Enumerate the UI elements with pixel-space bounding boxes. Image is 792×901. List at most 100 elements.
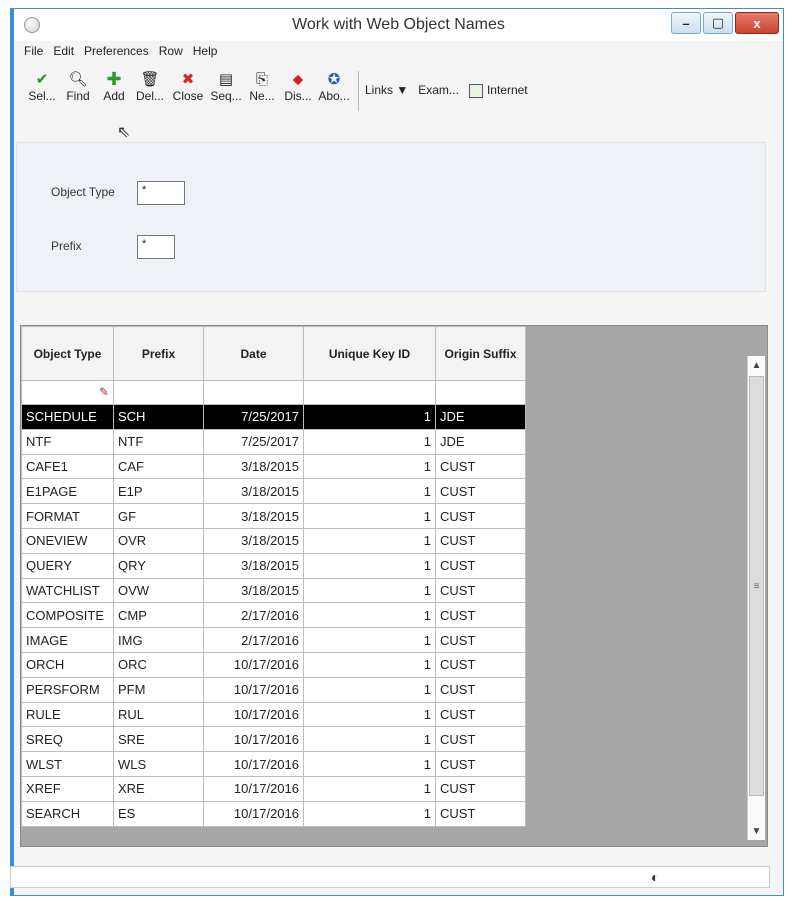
filter-panel: Object Type * Prefix *: [16, 142, 766, 292]
col-header-unique-key[interactable]: Unique Key ID: [303, 326, 436, 381]
cell-date: 3/18/2015: [203, 478, 304, 505]
cell-origin-suffix: CUST: [435, 775, 526, 802]
cell-origin-suffix: CUST: [435, 602, 526, 629]
qbe-date[interactable]: [203, 380, 304, 405]
col-header-object-type[interactable]: Object Type: [21, 326, 114, 381]
vertical-scrollbar[interactable]: ▲ ≡ ▼: [747, 356, 765, 840]
scroll-up-icon[interactable]: ▲: [748, 356, 765, 374]
table-row[interactable]: SCHEDULE SCH 7/25/2017 1 JDE: [21, 404, 526, 430]
table-row[interactable]: WLST WLS 10/17/2016 1 CUST: [21, 751, 526, 777]
grid-body: SCHEDULE SCH 7/25/2017 1 JDE NTF NTF 7/25/2017 1…: [21, 404, 526, 827]
add-button[interactable]: ✚ Add: [96, 69, 132, 113]
new-button[interactable]: ⎘ Ne...: [244, 69, 280, 113]
qbe-object-type[interactable]: ✎: [21, 380, 114, 405]
cell-origin-suffix: CUST: [435, 701, 526, 728]
cell-origin-suffix: CUST: [435, 627, 526, 653]
table-row[interactable]: FORMAT GF 3/18/2015 1 CUST: [21, 503, 526, 529]
cell-prefix: CMP: [113, 602, 204, 629]
menu-row[interactable]: Row: [159, 44, 183, 62]
table-row[interactable]: COMPOSITE CMP 2/17/2016 1 CUST: [21, 602, 526, 629]
table-row[interactable]: PERSFORM PFM 10/17/2016 1 CUST: [21, 676, 526, 703]
cell-date: 10/17/2016: [203, 775, 304, 802]
qbe-row: ✎: [21, 380, 526, 405]
close-icon: ✖: [181, 71, 195, 88]
processing-icon: ◐: [651, 869, 660, 885]
cell-origin-suffix: CUST: [435, 676, 526, 703]
close-window-button[interactable]: x: [735, 12, 779, 34]
cell-unique-key: 1: [303, 775, 436, 802]
table-row[interactable]: CAFE1 CAF 3/18/2015 1 CUST: [21, 453, 526, 480]
cell-unique-key: 1: [303, 676, 436, 703]
internet-label: Internet: [486, 83, 528, 97]
table-row[interactable]: SREQ SRE 10/17/2016 1 CUST: [21, 726, 526, 753]
table-row[interactable]: XREF XRE 10/17/2016 1 CUST: [21, 775, 526, 802]
cell-origin-suffix: CUST: [435, 651, 526, 678]
table-row[interactable]: NTF NTF 7/25/2017 1 JDE: [21, 428, 526, 455]
table-row[interactable]: QUERY QRY 3/18/2015 1 CUST: [21, 552, 526, 579]
cell-origin-suffix: CUST: [435, 503, 526, 529]
col-header-date[interactable]: Date: [203, 326, 304, 381]
chevron-down-icon: ▼: [396, 83, 409, 98]
cell-unique-key: 1: [303, 552, 436, 579]
cell-prefix: E1P: [113, 478, 204, 505]
object-type-label: Object Type: [51, 185, 115, 199]
scroll-down-icon[interactable]: ▼: [748, 822, 765, 840]
table-row[interactable]: RULE RUL 10/17/2016 1 CUST: [21, 701, 526, 728]
find-label: Find: [66, 89, 90, 103]
qbe-key[interactable]: [303, 380, 436, 405]
exam-link[interactable]: Exam...: [418, 83, 459, 97]
prefix-label: Prefix: [51, 239, 82, 253]
menu-preferences[interactable]: Preferences: [84, 44, 149, 62]
maximize-button[interactable]: ▢: [703, 12, 733, 34]
cell-object-type: ORCH: [21, 651, 114, 678]
col-header-origin-suffix[interactable]: Origin Suffix: [435, 326, 526, 381]
menu-edit[interactable]: Edit: [53, 44, 74, 62]
cell-object-type: COMPOSITE: [21, 602, 114, 629]
cell-prefix: PFM: [113, 676, 204, 703]
table-row[interactable]: ONEVIEW OVR 3/18/2015 1 CUST: [21, 527, 526, 554]
select-button[interactable]: ✔ Sel...: [24, 69, 60, 113]
cell-date: 3/18/2015: [203, 503, 304, 529]
new-label: Ne...: [249, 89, 275, 103]
cell-date: 10/17/2016: [203, 701, 304, 728]
cell-origin-suffix: CUST: [435, 726, 526, 753]
minimize-button[interactable]: –: [671, 12, 701, 34]
display-label: Dis...: [284, 89, 312, 103]
table-row[interactable]: WATCHLIST OVW 3/18/2015 1 CUST: [21, 577, 526, 604]
table-row[interactable]: ORCH ORC 10/17/2016 1 CUST: [21, 651, 526, 678]
cell-unique-key: 1: [303, 503, 436, 529]
cell-object-type: RULE: [21, 701, 114, 728]
select-label: Sel...: [28, 89, 56, 103]
table-row[interactable]: IMAGE IMG 2/17/2016 1 CUST: [21, 627, 526, 653]
internet-link[interactable]: Internet: [468, 83, 528, 98]
sequence-button[interactable]: ▤ Seq...: [208, 69, 244, 113]
check-icon: ✔: [35, 71, 49, 88]
cell-date: 2/17/2016: [203, 627, 304, 653]
menu-file[interactable]: File: [24, 44, 43, 62]
links-menu[interactable]: Links ▼: [365, 83, 408, 97]
scroll-thumb[interactable]: ≡: [749, 376, 764, 796]
cell-object-type: E1PAGE: [21, 478, 114, 505]
window-controls: – ▢ x: [671, 12, 779, 34]
cell-prefix: QRY: [113, 552, 204, 579]
table-row[interactable]: SEARCH ES 10/17/2016 1 CUST: [21, 800, 526, 827]
cell-origin-suffix: JDE: [435, 404, 526, 430]
toolbar: ✔ Sel... 🔍︎ Find ✚ Add 🗑︎ Del... ✖ Close…: [24, 69, 528, 113]
app-icon: [24, 17, 40, 33]
object-type-input[interactable]: *: [137, 181, 185, 205]
about-button[interactable]: ✪ Abo...: [316, 69, 352, 113]
toolbar-separator: [358, 71, 359, 111]
grid-table: ✎ Object Type Prefix Date Unique Key ID …: [21, 326, 526, 827]
close-button[interactable]: ✖ Close: [168, 69, 208, 113]
table-row[interactable]: E1PAGE E1P 3/18/2015 1 CUST: [21, 478, 526, 505]
col-header-prefix[interactable]: Prefix: [113, 326, 204, 381]
qbe-suffix[interactable]: [435, 380, 526, 405]
display-button[interactable]: ⬥ Dis...: [280, 69, 316, 113]
cell-date: 10/17/2016: [203, 800, 304, 827]
cell-object-type: WATCHLIST: [21, 577, 114, 604]
prefix-input[interactable]: *: [137, 235, 175, 259]
find-button[interactable]: 🔍︎ Find: [60, 69, 96, 113]
delete-button[interactable]: 🗑︎ Del...: [132, 69, 168, 113]
menu-help[interactable]: Help: [193, 44, 218, 62]
qbe-prefix[interactable]: [113, 380, 204, 405]
